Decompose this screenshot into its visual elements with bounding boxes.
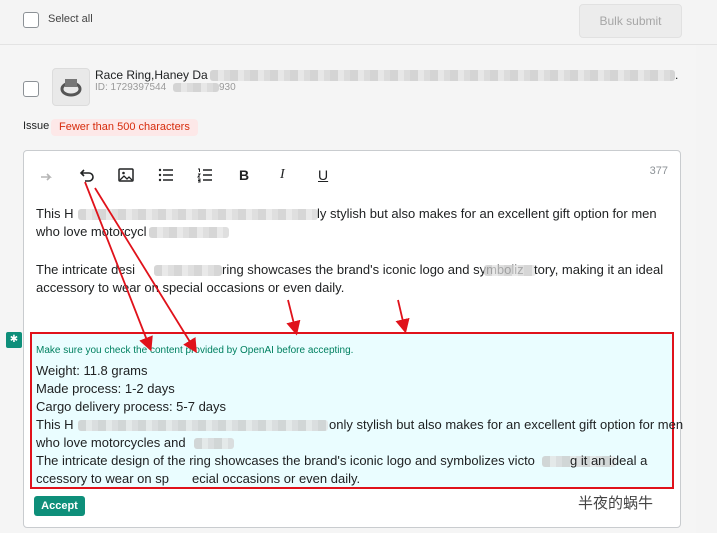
select-all-checkbox[interactable] bbox=[23, 12, 39, 28]
product-checkbox[interactable] bbox=[23, 81, 39, 97]
ai-line: This H bbox=[36, 417, 74, 432]
bulk-submit-button[interactable]: Bulk submit bbox=[579, 4, 682, 38]
redacted-title bbox=[210, 70, 675, 81]
redacted-id bbox=[173, 83, 219, 92]
image-icon[interactable] bbox=[117, 166, 137, 184]
ai-line: ecial occasions or even daily. bbox=[192, 471, 361, 486]
character-count: 377 bbox=[649, 165, 668, 177]
editor-text-line: accessory to wear on special occasions o… bbox=[36, 280, 345, 295]
bullet-list-icon[interactable] bbox=[157, 166, 177, 184]
italic-button[interactable]: I bbox=[280, 167, 285, 183]
ai-line-made-process: Made process: 1-2 days bbox=[36, 381, 175, 396]
watermark: 半夜的蜗牛 bbox=[578, 494, 654, 512]
ai-line: who love motorcycles and bbox=[36, 435, 186, 450]
numbered-list-icon[interactable] bbox=[196, 166, 216, 184]
redacted-text bbox=[194, 438, 234, 449]
issue-label: Issue bbox=[23, 120, 50, 132]
redacted-text bbox=[78, 420, 328, 431]
bold-button[interactable]: B bbox=[239, 167, 249, 183]
accept-button[interactable]: Accept bbox=[34, 496, 85, 516]
top-bar: Select all Bulk submit bbox=[0, 0, 717, 45]
undo-icon[interactable] bbox=[78, 166, 98, 184]
ai-line-cargo: Cargo delivery process: 5-7 days bbox=[36, 399, 227, 414]
ring-image-icon bbox=[60, 79, 82, 97]
redo-icon[interactable] bbox=[38, 166, 58, 184]
redacted-text bbox=[484, 265, 536, 276]
redacted-text bbox=[78, 209, 318, 220]
product-id-suffix: 930 bbox=[219, 82, 236, 93]
select-all-label: Select all bbox=[48, 13, 93, 25]
editor-text-line: ring showcases the brand's iconic logo a… bbox=[222, 262, 524, 277]
editor-text-line: The intricate desi bbox=[36, 262, 135, 277]
redacted-text bbox=[154, 265, 222, 276]
ai-disclaimer: Make sure you check the content provided… bbox=[36, 345, 354, 356]
ai-line: The intricate design of the ring showcas… bbox=[36, 453, 535, 468]
ai-line: ccessory to wear on sp bbox=[36, 471, 169, 486]
ai-suggestion-box: Make sure you check the content provided… bbox=[30, 332, 683, 489]
ai-sparkle-icon: ✱ bbox=[6, 332, 22, 348]
product-title: Race Ring,Haney Da bbox=[95, 68, 208, 82]
product-title-tail: . bbox=[675, 68, 679, 82]
ai-line-weight: Weight: 11.8 grams bbox=[36, 363, 148, 378]
product-id: ID: 1729397544 bbox=[95, 82, 167, 93]
issue-badge: Fewer than 500 characters bbox=[51, 119, 198, 136]
ai-line: only stylish but also makes for an excel… bbox=[329, 417, 684, 432]
underline-button[interactable]: U bbox=[318, 167, 328, 183]
product-thumbnail bbox=[52, 68, 90, 106]
ai-line: g it an ideal a bbox=[570, 453, 648, 468]
editor-text-line: who love motorcycl bbox=[36, 224, 147, 239]
editor-text-line: ly stylish but also makes for an excelle… bbox=[317, 206, 657, 221]
redacted-text bbox=[149, 227, 229, 238]
editor-text-line: tory, making it an ideal bbox=[534, 262, 664, 277]
editor-text-line: This H bbox=[36, 206, 74, 221]
